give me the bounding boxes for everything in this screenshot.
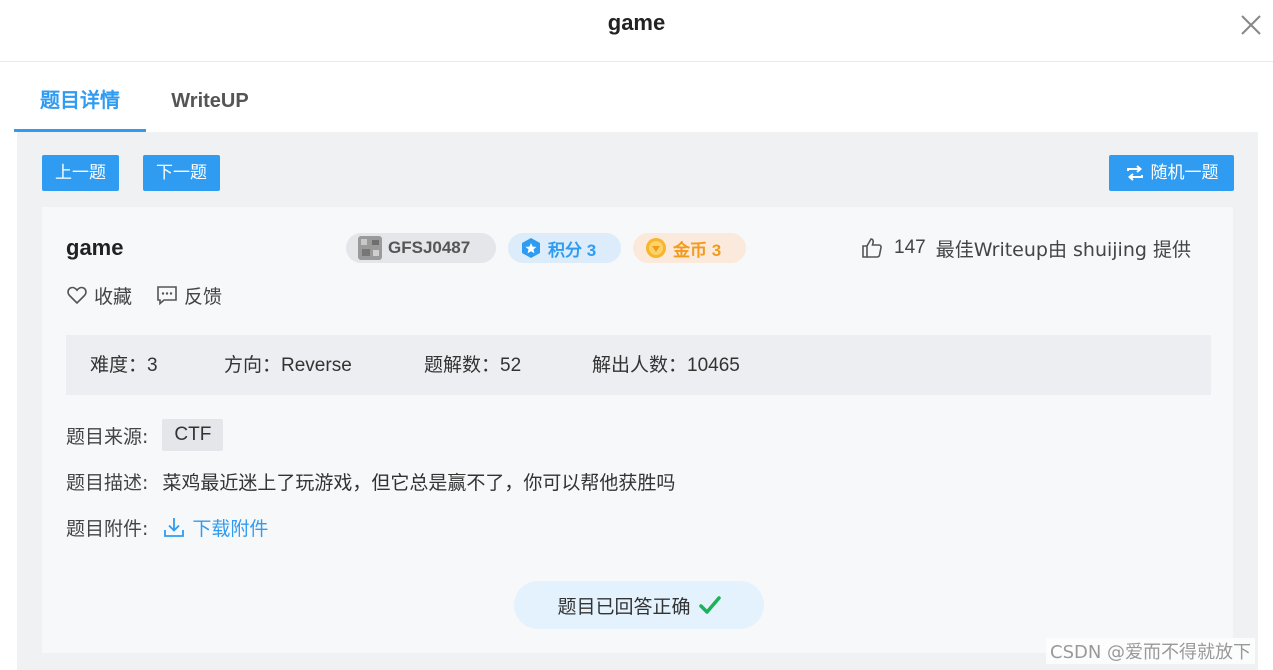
direction-value: Reverse [281,355,352,376]
feedback-button[interactable]: 反馈 [156,282,222,309]
coin-badge: 金币 3 [633,233,746,263]
challenge-id-badge: GFSJ0487 [346,233,496,263]
solvers-value: 10465 [687,355,740,376]
challenge-id: GFSJ0487 [388,238,471,257]
direction-label: 方向： [224,354,282,376]
solutions-value: 52 [500,355,522,376]
checkmark-icon [698,596,721,614]
thumbs-up-icon[interactable] [860,236,884,260]
prev-challenge-button[interactable]: 上一题 [42,155,119,191]
source-tag: CTF [162,419,224,451]
download-label: 下载附件 [192,517,269,540]
solutions-label: 题解数： [424,354,501,376]
description-label: 题目描述: [66,471,149,494]
challenge-actions: 收藏 反馈 [66,281,222,309]
answered-status: 题目已回答正确 [514,581,764,629]
source-row: 题目来源: CTF [66,419,224,451]
likes-count: 147 [894,237,926,258]
next-challenge-button[interactable]: 下一题 [143,155,220,191]
challenge-avatar-icon [358,236,382,260]
main-panel: 上一题 下一题 随机一题 game GFSJ0487 积分 3 金币 3 147… [17,132,1258,670]
download-attachment-link[interactable]: 下载附件 [162,514,268,541]
best-writeup-text[interactable]: 最佳Writeup由 shuijing 提供 [936,235,1191,262]
close-button[interactable] [1238,12,1264,38]
likes-info: 147 最佳Writeup由 shuijing 提供 [860,235,1191,261]
tab-challenge-detail[interactable]: 题目详情 [14,76,146,132]
favorite-label: 收藏 [94,285,133,308]
description-text: 菜鸡最近迷上了玩游戏，但它总是赢不了，你可以帮他获胜吗 [162,471,676,494]
answered-label: 题目已回答正确 [557,595,691,618]
stat-solvers: 解出人数：10465 [592,335,740,396]
score-label: 积分 3 [548,240,597,260]
feedback-label: 反馈 [184,285,223,308]
source-label: 题目来源: [66,425,149,448]
close-icon[interactable] [1238,12,1264,38]
difficulty-label: 难度： [90,354,148,376]
description-row: 题目描述: 菜鸡最近迷上了玩游戏，但它总是赢不了，你可以帮他获胜吗 [66,465,675,497]
coin-icon [646,238,666,258]
page-title: game [607,10,666,35]
coin-label: 金币 3 [673,240,722,260]
stats-bar: 难度：3 方向：Reverse 题解数：52 解出人数：10465 [66,335,1211,395]
score-badge: 积分 3 [508,233,621,263]
stat-solutions: 题解数：52 [424,335,521,396]
attachment-label: 题目附件: [66,517,149,540]
stat-difficulty: 难度：3 [90,335,158,396]
tab-bar: 题目详情 WriteUP [14,76,1258,134]
watermark: CSDN @爱而不得就放下 [1046,638,1256,664]
solvers-label: 解出人数： [592,354,688,376]
difficulty-value: 3 [147,355,158,376]
random-challenge-label: 随机一题 [1150,163,1219,183]
dialog-header: game [0,0,1273,62]
download-icon [164,518,185,537]
feedback-icon [157,286,177,306]
favorite-button[interactable]: 收藏 [66,282,132,309]
shuffle-icon [1126,165,1143,181]
attachment-row: 题目附件: 下载附件 [66,511,268,543]
challenge-card: game GFSJ0487 积分 3 金币 3 147 最佳Writeup由 s… [42,207,1233,653]
heart-icon [67,286,87,305]
score-icon [522,238,540,258]
challenge-name: game [66,235,124,260]
random-challenge-button[interactable]: 随机一题 [1109,155,1234,191]
stat-direction: 方向：Reverse [224,335,352,396]
tab-writeup[interactable]: WriteUP [154,76,266,132]
